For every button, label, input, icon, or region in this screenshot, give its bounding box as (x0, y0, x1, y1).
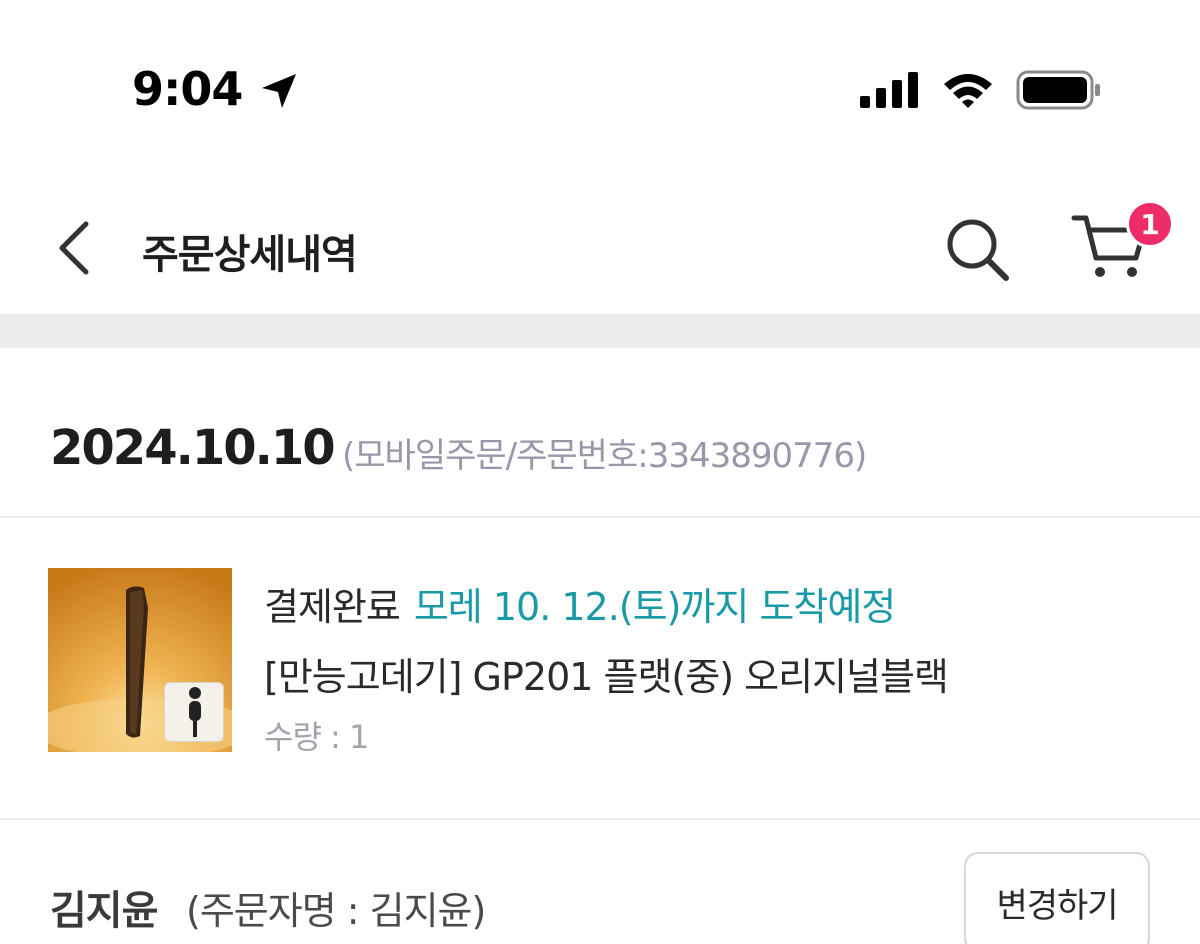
payment-status: 결제완료 (264, 585, 401, 629)
wifi-icon (944, 74, 992, 108)
orderer-name-note: (주문자명 : 김지윤) (186, 889, 486, 933)
order-number: (모바일주문/주문번호:3343890776) (342, 436, 867, 476)
cart-button[interactable]: 1 (1070, 200, 1180, 286)
back-chevron-icon[interactable] (52, 216, 98, 280)
status-bar: 9:04 (0, 0, 1200, 150)
accessory-badge-icon (164, 682, 224, 742)
location-arrow-icon (262, 74, 296, 108)
recipient-name: 김지윤 (50, 888, 158, 934)
nav-bar: 주문상세내역 1 (0, 180, 1200, 314)
signal-icon (860, 72, 918, 108)
order-header: 2024.10.10 (모바일주문/주문번호:3343890776) (0, 348, 1200, 518)
section-divider (0, 314, 1200, 348)
product-thumbnail[interactable] (48, 568, 232, 752)
cart-count-badge: 1 (1126, 200, 1174, 248)
page-title: 주문상세내역 (142, 232, 358, 278)
battery-icon (1016, 70, 1100, 110)
order-status-line: 결제완료 모레 10. 12.(토)까지 도착예정 (264, 576, 896, 631)
change-button[interactable]: 변경하기 (964, 852, 1150, 944)
delivery-eta: 모레 10. 12.(토)까지 도착예정 (413, 585, 896, 629)
order-item: 결제완료 모레 10. 12.(토)까지 도착예정 [만능고데기] GP201 플… (0, 520, 1200, 820)
status-time: 9:04 (132, 62, 243, 116)
product-name[interactable]: [만능고데기] GP201 플랫(중) 오리지널블랙 (264, 646, 949, 701)
order-date: 2024.10.10 (50, 420, 336, 476)
product-quantity: 수량 : 1 (264, 718, 369, 756)
orderer-section: 김지윤 (주문자명 : 김지윤) 변경하기 (0, 822, 1200, 944)
search-icon[interactable] (942, 216, 1012, 282)
